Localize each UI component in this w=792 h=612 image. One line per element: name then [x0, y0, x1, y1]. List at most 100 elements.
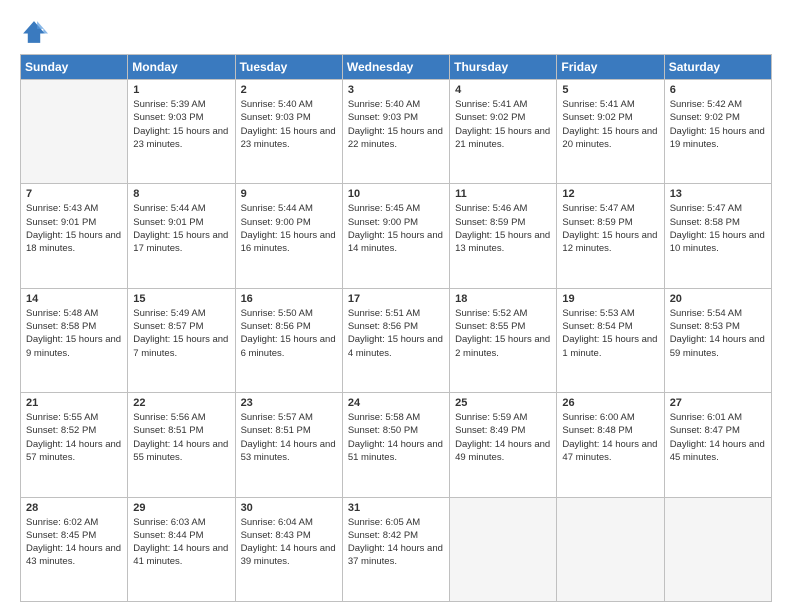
calendar-week-5: 28 Sunrise: 6:02 AMSunset: 8:45 PMDayligh… — [21, 497, 772, 601]
day-info: Sunrise: 5:40 AMSunset: 9:03 PMDaylight:… — [241, 98, 337, 151]
calendar-cell — [557, 497, 664, 601]
calendar-table: SundayMondayTuesdayWednesdayThursdayFrid… — [20, 54, 772, 602]
day-info: Sunrise: 5:40 AMSunset: 9:03 PMDaylight:… — [348, 98, 444, 151]
calendar-cell: 8 Sunrise: 5:44 AMSunset: 9:01 PMDaylight… — [128, 184, 235, 288]
logo — [20, 18, 52, 46]
day-info: Sunrise: 5:44 AMSunset: 9:01 PMDaylight:… — [133, 202, 229, 255]
day-info: Sunrise: 5:43 AMSunset: 9:01 PMDaylight:… — [26, 202, 122, 255]
calendar-cell: 19 Sunrise: 5:53 AMSunset: 8:54 PMDayligh… — [557, 288, 664, 392]
day-info: Sunrise: 6:03 AMSunset: 8:44 PMDaylight:… — [133, 516, 229, 569]
day-info: Sunrise: 5:54 AMSunset: 8:53 PMDaylight:… — [670, 307, 766, 360]
calendar-cell: 29 Sunrise: 6:03 AMSunset: 8:44 PMDayligh… — [128, 497, 235, 601]
day-number: 6 — [670, 84, 766, 96]
calendar-cell: 4 Sunrise: 5:41 AMSunset: 9:02 PMDaylight… — [450, 80, 557, 184]
day-number: 19 — [562, 293, 658, 305]
calendar-cell — [450, 497, 557, 601]
calendar-week-3: 14 Sunrise: 5:48 AMSunset: 8:58 PMDayligh… — [21, 288, 772, 392]
calendar-cell: 20 Sunrise: 5:54 AMSunset: 8:53 PMDayligh… — [664, 288, 771, 392]
calendar-cell: 30 Sunrise: 6:04 AMSunset: 8:43 PMDayligh… — [235, 497, 342, 601]
day-info: Sunrise: 5:51 AMSunset: 8:56 PMDaylight:… — [348, 307, 444, 360]
calendar-cell: 31 Sunrise: 6:05 AMSunset: 8:42 PMDayligh… — [342, 497, 449, 601]
calendar-page: SundayMondayTuesdayWednesdayThursdayFrid… — [0, 0, 792, 612]
calendar-cell: 2Sunrise: 5:40 AMSunset: 9:03 PMDaylight… — [235, 80, 342, 184]
day-number: 31 — [348, 502, 444, 514]
day-number: 3 — [348, 84, 444, 96]
calendar-cell: 24 Sunrise: 5:58 AMSunset: 8:50 PMDayligh… — [342, 393, 449, 497]
calendar-week-1: 1Sunrise: 5:39 AMSunset: 9:03 PMDaylight… — [21, 80, 772, 184]
day-info: Sunrise: 5:42 AMSunset: 9:02 PMDaylight:… — [670, 98, 766, 151]
day-info: Sunrise: 5:55 AMSunset: 8:52 PMDaylight:… — [26, 411, 122, 464]
day-number: 14 — [26, 293, 122, 305]
day-number: 27 — [670, 397, 766, 409]
day-info: Sunrise: 5:53 AMSunset: 8:54 PMDaylight:… — [562, 307, 658, 360]
day-header-wednesday: Wednesday — [342, 55, 449, 80]
day-number: 5 — [562, 84, 658, 96]
day-info: Sunrise: 5:49 AMSunset: 8:57 PMDaylight:… — [133, 307, 229, 360]
calendar-cell: 17 Sunrise: 5:51 AMSunset: 8:56 PMDayligh… — [342, 288, 449, 392]
calendar-cell — [21, 80, 128, 184]
header-row: SundayMondayTuesdayWednesdayThursdayFrid… — [21, 55, 772, 80]
day-info: Sunrise: 5:41 AMSunset: 9:02 PMDaylight:… — [562, 98, 658, 151]
calendar-cell: 16 Sunrise: 5:50 AMSunset: 8:56 PMDayligh… — [235, 288, 342, 392]
day-number: 12 — [562, 188, 658, 200]
day-number: 9 — [241, 188, 337, 200]
calendar-cell: 12Sunrise: 5:47 AMSunset: 8:59 PMDayligh… — [557, 184, 664, 288]
day-info: Sunrise: 6:04 AMSunset: 8:43 PMDaylight:… — [241, 516, 337, 569]
day-number: 29 — [133, 502, 229, 514]
day-number: 11 — [455, 188, 551, 200]
day-info: Sunrise: 5:59 AMSunset: 8:49 PMDaylight:… — [455, 411, 551, 464]
calendar-week-2: 7 Sunrise: 5:43 AMSunset: 9:01 PMDaylight… — [21, 184, 772, 288]
day-header-monday: Monday — [128, 55, 235, 80]
day-number: 8 — [133, 188, 229, 200]
day-number: 20 — [670, 293, 766, 305]
day-info: Sunrise: 5:48 AMSunset: 8:58 PMDaylight:… — [26, 307, 122, 360]
day-number: 24 — [348, 397, 444, 409]
calendar-week-4: 21 Sunrise: 5:55 AMSunset: 8:52 PMDayligh… — [21, 393, 772, 497]
day-number: 28 — [26, 502, 122, 514]
day-info: Sunrise: 6:02 AMSunset: 8:45 PMDaylight:… — [26, 516, 122, 569]
day-header-sunday: Sunday — [21, 55, 128, 80]
day-number: 7 — [26, 188, 122, 200]
calendar-cell: 10Sunrise: 5:45 AMSunset: 9:00 PMDayligh… — [342, 184, 449, 288]
calendar-cell: 13 Sunrise: 5:47 AMSunset: 8:58 PMDayligh… — [664, 184, 771, 288]
day-number: 4 — [455, 84, 551, 96]
calendar-cell: 23 Sunrise: 5:57 AMSunset: 8:51 PMDayligh… — [235, 393, 342, 497]
calendar-cell: 9Sunrise: 5:44 AMSunset: 9:00 PMDaylight… — [235, 184, 342, 288]
calendar-cell: 18Sunrise: 5:52 AMSunset: 8:55 PMDayligh… — [450, 288, 557, 392]
logo-icon — [20, 18, 48, 46]
calendar-cell: 22 Sunrise: 5:56 AMSunset: 8:51 PMDayligh… — [128, 393, 235, 497]
calendar-cell: 27Sunrise: 6:01 AMSunset: 8:47 PMDayligh… — [664, 393, 771, 497]
day-info: Sunrise: 5:57 AMSunset: 8:51 PMDaylight:… — [241, 411, 337, 464]
day-header-saturday: Saturday — [664, 55, 771, 80]
day-header-thursday: Thursday — [450, 55, 557, 80]
calendar-cell: 26Sunrise: 6:00 AMSunset: 8:48 PMDayligh… — [557, 393, 664, 497]
day-number: 17 — [348, 293, 444, 305]
day-info: Sunrise: 5:46 AMSunset: 8:59 PMDaylight:… — [455, 202, 551, 255]
calendar-cell: 3 Sunrise: 5:40 AMSunset: 9:03 PMDaylight… — [342, 80, 449, 184]
day-info: Sunrise: 5:56 AMSunset: 8:51 PMDaylight:… — [133, 411, 229, 464]
calendar-cell: 1Sunrise: 5:39 AMSunset: 9:03 PMDaylight… — [128, 80, 235, 184]
day-number: 23 — [241, 397, 337, 409]
calendar-cell: 28 Sunrise: 6:02 AMSunset: 8:45 PMDayligh… — [21, 497, 128, 601]
calendar-cell: 7 Sunrise: 5:43 AMSunset: 9:01 PMDaylight… — [21, 184, 128, 288]
day-number: 22 — [133, 397, 229, 409]
day-info: Sunrise: 6:05 AMSunset: 8:42 PMDaylight:… — [348, 516, 444, 569]
day-number: 13 — [670, 188, 766, 200]
day-header-friday: Friday — [557, 55, 664, 80]
calendar-cell: 6 Sunrise: 5:42 AMSunset: 9:02 PMDaylight… — [664, 80, 771, 184]
day-info: Sunrise: 5:50 AMSunset: 8:56 PMDaylight:… — [241, 307, 337, 360]
day-info: Sunrise: 5:58 AMSunset: 8:50 PMDaylight:… — [348, 411, 444, 464]
calendar-cell: 14 Sunrise: 5:48 AMSunset: 8:58 PMDayligh… — [21, 288, 128, 392]
calendar-cell: 21 Sunrise: 5:55 AMSunset: 8:52 PMDayligh… — [21, 393, 128, 497]
day-info: Sunrise: 5:39 AMSunset: 9:03 PMDaylight:… — [133, 98, 229, 151]
day-number: 30 — [241, 502, 337, 514]
calendar-cell: 15Sunrise: 5:49 AMSunset: 8:57 PMDayligh… — [128, 288, 235, 392]
day-info: Sunrise: 5:41 AMSunset: 9:02 PMDaylight:… — [455, 98, 551, 151]
day-number: 16 — [241, 293, 337, 305]
day-info: Sunrise: 5:47 AMSunset: 8:58 PMDaylight:… — [670, 202, 766, 255]
day-number: 10 — [348, 188, 444, 200]
day-number: 21 — [26, 397, 122, 409]
calendar-cell: 5 Sunrise: 5:41 AMSunset: 9:02 PMDaylight… — [557, 80, 664, 184]
day-number: 18 — [455, 293, 551, 305]
calendar-cell: 11 Sunrise: 5:46 AMSunset: 8:59 PMDayligh… — [450, 184, 557, 288]
